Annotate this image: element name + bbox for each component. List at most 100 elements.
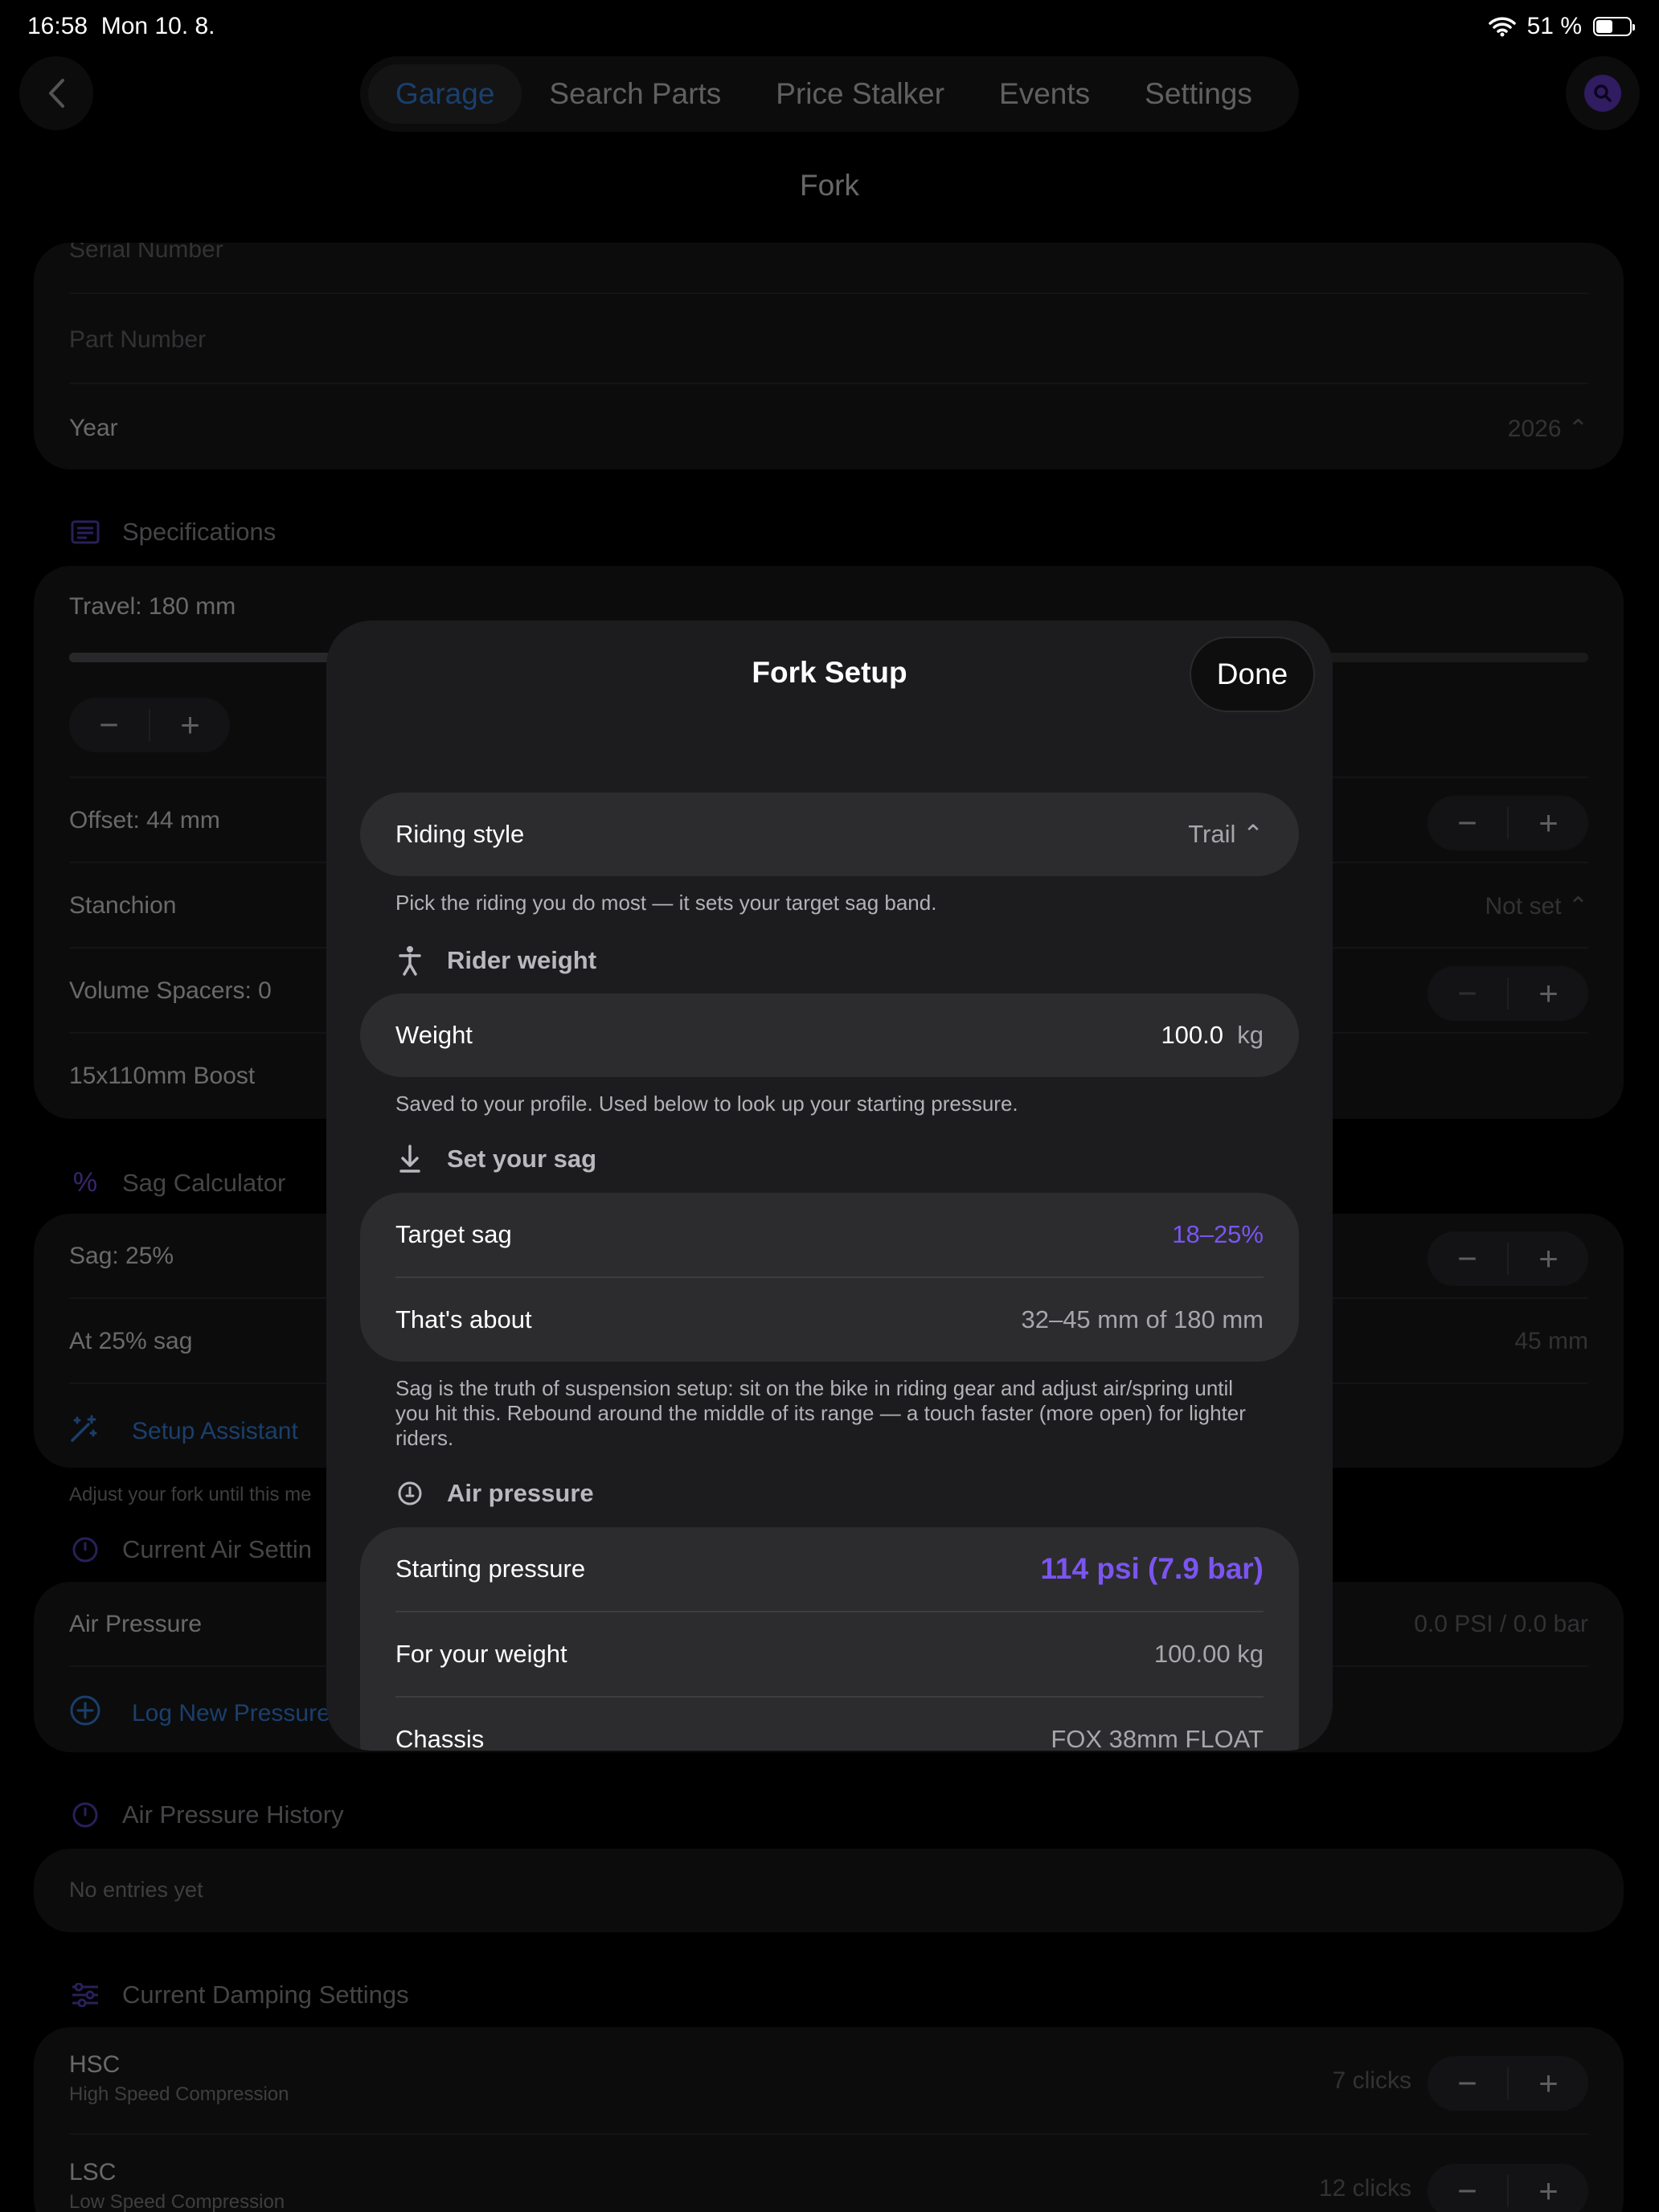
- tab-search-parts[interactable]: Search Parts: [522, 64, 748, 124]
- weight-card: Weight 100.0 kg: [360, 993, 1299, 1077]
- target-sag-row: Target sag 18–25%: [395, 1193, 1264, 1276]
- starting-pressure-label: Starting pressure: [395, 1555, 586, 1583]
- target-sag-value: 18–25%: [1172, 1220, 1264, 1248]
- no-entries-text: No entries yet: [69, 1878, 203, 1902]
- starting-pressure-value: 114 psi (7.9 bar): [1040, 1552, 1264, 1585]
- year-value: 2026: [1507, 416, 1562, 442]
- battery-icon: [1593, 17, 1635, 36]
- weight-input[interactable]: 100.0: [1161, 1021, 1223, 1049]
- top-tab-bar: Garage Search Parts Price Stalker Events…: [360, 56, 1299, 132]
- plus-icon[interactable]: +: [1509, 796, 1588, 850]
- riding-style-value: Trail: [1188, 820, 1236, 848]
- volume-spacers-stepper[interactable]: − +: [1428, 966, 1588, 1021]
- minus-icon[interactable]: −: [1428, 966, 1507, 1021]
- tab-settings[interactable]: Settings: [1117, 64, 1280, 124]
- minus-icon[interactable]: −: [1428, 2056, 1507, 2111]
- gauge-icon: [395, 1481, 424, 1506]
- plus-icon[interactable]: +: [1509, 2056, 1588, 2111]
- for-weight-value: 100.00 kg: [1153, 1640, 1264, 1668]
- plus-icon[interactable]: +: [1509, 1231, 1588, 1286]
- rider-weight-title: Rider weight: [447, 946, 597, 974]
- sag-note: Sag is the truth of suspension setup: si…: [395, 1376, 1246, 1450]
- divider: [69, 2133, 1588, 2135]
- air-history-header: Air Pressure History: [69, 1800, 344, 1829]
- lsc-value: 12 clicks: [1318, 2175, 1411, 2202]
- thats-about-value: 32–45 mm of 180 mm: [1021, 1305, 1264, 1333]
- plus-icon[interactable]: +: [150, 698, 230, 752]
- tab-price-stalker[interactable]: Price Stalker: [748, 64, 972, 124]
- for-weight-label: For your weight: [395, 1640, 567, 1668]
- stanchion-picker[interactable]: Not set ⌃: [1485, 892, 1588, 920]
- page-title: Fork: [800, 169, 859, 202]
- weight-note: Saved to your profile. Used below to loo…: [395, 1092, 1018, 1116]
- plus-icon[interactable]: +: [1509, 2164, 1588, 2212]
- travel-stepper[interactable]: − +: [69, 698, 230, 752]
- status-time-date: 16:58 Mon 10. 8.: [27, 13, 215, 40]
- divider: [69, 383, 1588, 384]
- person-icon: [395, 945, 424, 976]
- riding-style-note: Pick the riding you do most — it sets yo…: [395, 891, 937, 915]
- minus-icon[interactable]: −: [1428, 1231, 1507, 1286]
- lsc-stepper[interactable]: − +: [1428, 2164, 1588, 2212]
- stanchion-value: Not set: [1485, 893, 1562, 920]
- chassis-row: Chassis FOX 38mm FLOAT: [395, 1698, 1264, 1751]
- year-label: Year: [69, 415, 118, 441]
- chevron-up-down-icon: ⌃: [1243, 820, 1264, 848]
- air-pressure-card: Starting pressure 114 psi (7.9 bar) For …: [360, 1527, 1299, 1751]
- air-history-title: Air Pressure History: [122, 1800, 344, 1829]
- part-number-field[interactable]: Part Number: [69, 326, 1588, 354]
- sag-target-card: Target sag 18–25% That's about 32–45 mm …: [360, 1193, 1299, 1362]
- divider: [69, 293, 1588, 294]
- log-new-pressure-label: Log New Pressure: [132, 1700, 330, 1727]
- thats-about-label: That's about: [395, 1305, 532, 1333]
- done-button[interactable]: Done: [1190, 637, 1315, 712]
- set-sag-title: Set your sag: [447, 1145, 597, 1173]
- status-time: 16:58: [27, 13, 88, 39]
- minus-icon[interactable]: −: [69, 698, 149, 752]
- tab-events[interactable]: Events: [972, 64, 1117, 124]
- sheet-title: Fork Setup: [752, 656, 907, 689]
- weight-unit: kg: [1237, 1021, 1264, 1049]
- riding-style-row[interactable]: Riding style Trail ⌃: [395, 793, 1264, 876]
- hsc-value: 7 clicks: [1332, 2067, 1411, 2094]
- air-pressure-value: 0.0 PSI / 0.0 bar: [1414, 1611, 1588, 1637]
- chassis-value: FOX 38mm FLOAT: [1051, 1725, 1264, 1751]
- status-indicators: 51 %: [1488, 13, 1635, 40]
- year-picker[interactable]: 2026 ⌃: [1508, 415, 1588, 443]
- sag-calculator-title: Sag Calculator: [122, 1168, 286, 1197]
- air-history-card: No entries yet: [34, 1849, 1624, 1932]
- for-weight-row: For your weight 100.00 kg: [395, 1612, 1264, 1696]
- riding-style-picker[interactable]: Trail ⌃: [1188, 820, 1264, 849]
- sag-stepper[interactable]: − +: [1428, 1231, 1588, 1286]
- chassis-label: Chassis: [395, 1725, 485, 1751]
- plus-icon[interactable]: +: [1509, 966, 1588, 1021]
- current-air-header: Current Air Settin: [69, 1535, 312, 1564]
- riding-style-card[interactable]: Riding style Trail ⌃: [360, 793, 1299, 876]
- thats-about-row: That's about 32–45 mm of 180 mm: [395, 1278, 1264, 1362]
- rider-weight-header: Rider weight: [395, 945, 596, 976]
- offset-stepper[interactable]: − +: [1428, 796, 1588, 850]
- damping-header: Current Damping Settings: [69, 1981, 409, 2009]
- percent-icon: %: [72, 1167, 98, 1198]
- status-bar: 16:58 Mon 10. 8. 51 %: [0, 0, 1659, 56]
- gauge-icon: [69, 1801, 101, 1829]
- plus-circle-icon: [69, 1694, 101, 1733]
- serial-number-field[interactable]: Serial Number: [69, 243, 1588, 264]
- status-date: Mon 10. 8.: [100, 13, 215, 39]
- magic-wand-icon: [69, 1413, 100, 1450]
- air-pressure-header: Air pressure: [395, 1479, 594, 1508]
- setup-assistant-label: Setup Assistant: [132, 1418, 298, 1444]
- tab-garage[interactable]: Garage: [368, 64, 522, 124]
- back-button[interactable]: [19, 56, 93, 130]
- weight-label: Weight: [395, 1021, 473, 1049]
- adjust-note: Adjust your fork until this me: [69, 1484, 312, 1505]
- hsc-stepper[interactable]: − +: [1428, 2056, 1588, 2111]
- weight-row: Weight 100.0 kg: [395, 993, 1264, 1077]
- set-sag-header: Set your sag: [395, 1145, 596, 1174]
- search-button[interactable]: [1566, 56, 1640, 130]
- travel-label: Travel: 180 mm: [69, 593, 236, 620]
- minus-icon[interactable]: −: [1428, 796, 1507, 850]
- damping-card: HSC High Speed Compression 7 clicks − + L…: [34, 2027, 1624, 2212]
- target-sag-label: Target sag: [395, 1220, 512, 1248]
- minus-icon[interactable]: −: [1428, 2164, 1507, 2212]
